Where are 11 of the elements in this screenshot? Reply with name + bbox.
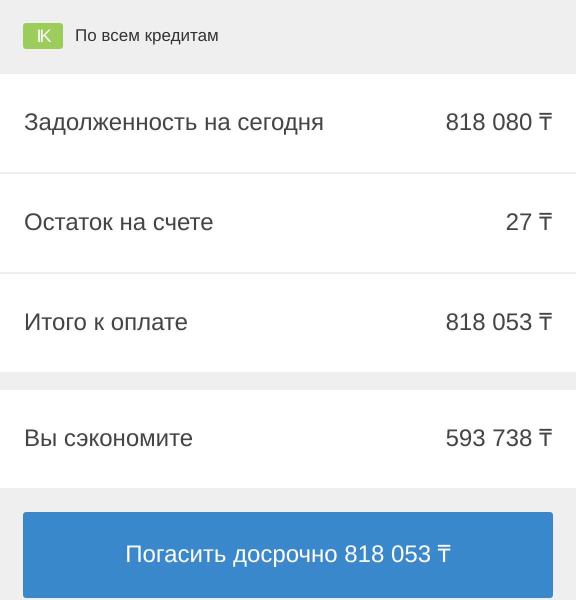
row-value: 593 738 ₸: [446, 424, 552, 454]
row-label: Остаток на счете: [24, 208, 214, 238]
section-title: По всем кредитам: [75, 25, 219, 48]
row-label: Вы сэкономите: [24, 424, 194, 454]
row-label: Итого к оплате: [24, 308, 188, 338]
repay-button[interactable]: Погасить досрочно 818 053 ₸: [23, 512, 553, 598]
row-value: 27 ₸: [506, 208, 552, 238]
row-value: 818 080 ₸: [446, 108, 552, 138]
row-value: 818 053 ₸: [446, 308, 552, 338]
logo: IK: [23, 23, 63, 49]
row-label: Задолженность на сегодня: [24, 108, 324, 138]
